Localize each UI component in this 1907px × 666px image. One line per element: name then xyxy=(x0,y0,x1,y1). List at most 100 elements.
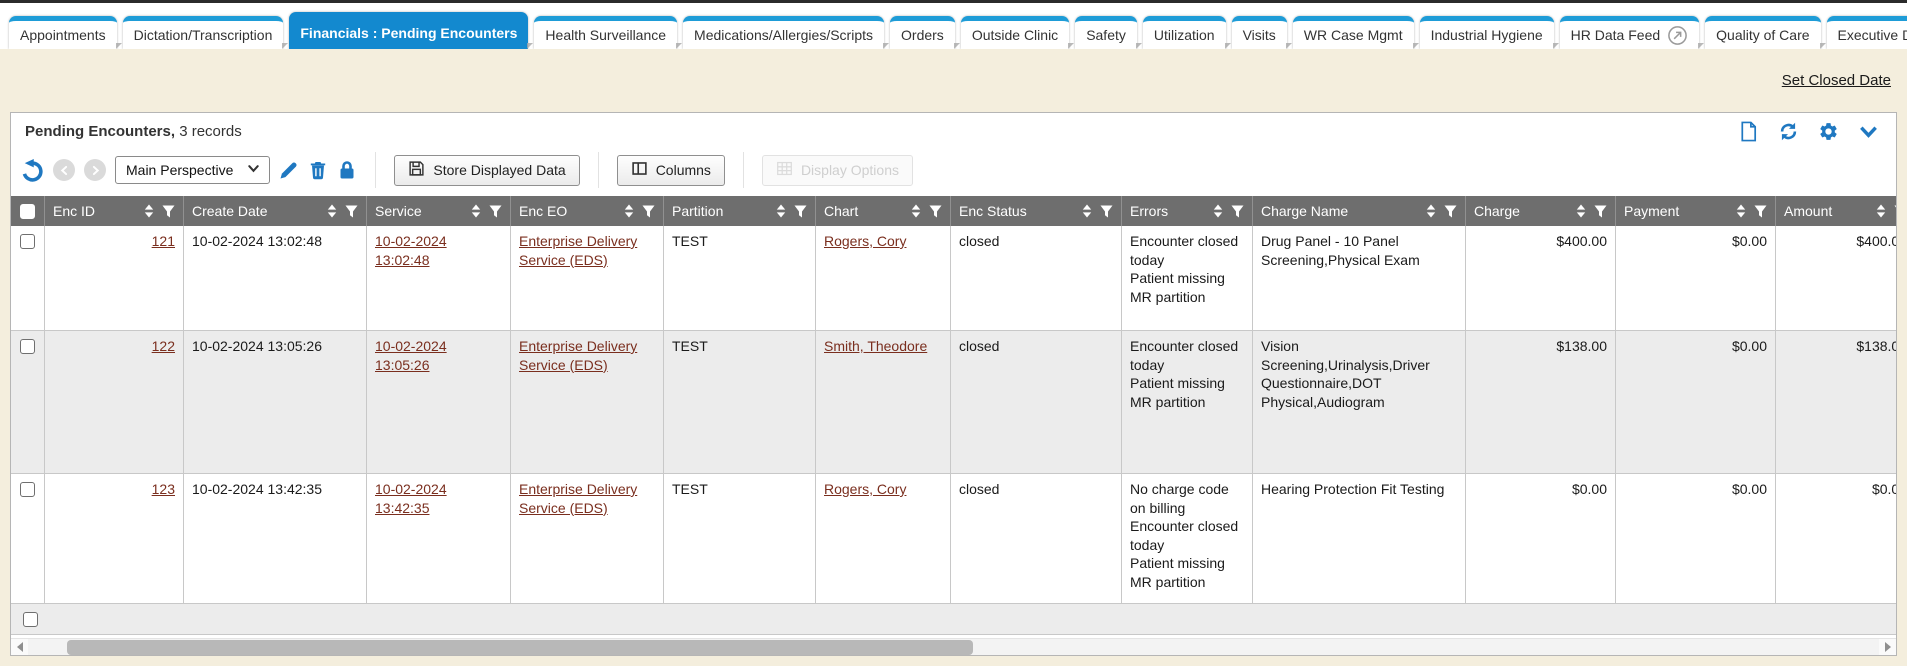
enc-eo-link[interactable]: Enterprise Delivery Service (EDS) xyxy=(519,481,637,516)
tab-orders[interactable]: Orders xyxy=(890,16,955,49)
select-all-checkbox[interactable] xyxy=(20,204,35,219)
columns-button[interactable]: Columns xyxy=(617,155,725,186)
filter-button[interactable] xyxy=(794,205,807,218)
save-icon-wrap xyxy=(408,160,425,180)
filter-icon xyxy=(489,205,502,218)
set-closed-date-link[interactable]: Set Closed Date xyxy=(1782,72,1891,89)
enc-id-link[interactable]: 122 xyxy=(152,338,175,354)
tab-medications-allergies-scripts[interactable]: Medications/Allergies/Scripts xyxy=(683,16,884,49)
chart-link[interactable]: Rogers, Cory xyxy=(824,233,906,249)
lock-perspective-button[interactable] xyxy=(337,160,357,180)
edit-perspective-button[interactable] xyxy=(279,160,299,180)
column-label: Service xyxy=(375,203,463,219)
enc-id-link[interactable]: 123 xyxy=(152,481,175,497)
filter-button[interactable] xyxy=(1444,205,1457,218)
store-displayed-data-button[interactable]: Store Displayed Data xyxy=(394,155,579,186)
tab-appointments[interactable]: Appointments xyxy=(9,16,117,49)
column-header-errors[interactable]: Errors xyxy=(1122,196,1253,226)
tab-wr-case-mgmt[interactable]: WR Case Mgmt xyxy=(1293,16,1414,49)
scroll-right-button[interactable] xyxy=(1879,639,1896,656)
tab-financials-pending-encounters[interactable]: Financials : Pending Encounters xyxy=(289,12,528,49)
horizontal-scrollbar[interactable] xyxy=(11,638,1896,655)
chart-link[interactable]: Rogers, Cory xyxy=(824,481,906,497)
external-link-icon-wrap[interactable] xyxy=(1667,25,1688,46)
sort-button[interactable] xyxy=(326,204,338,218)
enc-eo-link[interactable]: Enterprise Delivery Service (EDS) xyxy=(519,233,637,268)
filter-button[interactable] xyxy=(1894,205,1897,218)
filter-button[interactable] xyxy=(1754,205,1767,218)
enc-id-link[interactable]: 121 xyxy=(152,233,175,249)
sort-button[interactable] xyxy=(775,204,787,218)
sort-button[interactable] xyxy=(1575,204,1587,218)
sort-button[interactable] xyxy=(1425,204,1437,218)
row-checkbox[interactable] xyxy=(20,339,35,354)
column-header-amount[interactable]: Amount xyxy=(1776,196,1897,226)
column-header-service[interactable]: Service xyxy=(367,196,511,226)
settings-button[interactable] xyxy=(1818,121,1839,142)
tab-health-surveillance[interactable]: Health Surveillance xyxy=(534,16,677,49)
tab-outside-clinic[interactable]: Outside Clinic xyxy=(961,16,1069,49)
row-checkbox[interactable] xyxy=(20,482,35,497)
tab-label: Visits xyxy=(1243,27,1276,43)
sort-button[interactable] xyxy=(623,204,635,218)
column-header-partition[interactable]: Partition xyxy=(664,196,816,226)
button-label: Display Options xyxy=(801,162,899,178)
enc-eo-link[interactable]: Enterprise Delivery Service (EDS) xyxy=(519,338,637,373)
service-link[interactable]: 10-02-2024 13:02:48 xyxy=(375,233,447,268)
sort-button[interactable] xyxy=(143,204,155,218)
tab-label: Dictation/Transcription xyxy=(134,27,273,43)
cell-payment: $0.00 xyxy=(1616,226,1776,330)
cell-charge-name: Drug Panel - 10 Panel Screening,Physical… xyxy=(1253,226,1466,330)
filter-button[interactable] xyxy=(345,205,358,218)
column-header-chart[interactable]: Chart xyxy=(816,196,951,226)
scrollbar-thumb[interactable] xyxy=(67,640,973,655)
scrollbar-track[interactable] xyxy=(28,639,1879,656)
sort-button[interactable] xyxy=(1081,204,1093,218)
tab-dictation-transcription[interactable]: Dictation/Transcription xyxy=(123,16,284,49)
sort-button[interactable] xyxy=(1735,204,1747,218)
delete-perspective-button[interactable] xyxy=(308,160,328,180)
filter-icon xyxy=(1100,205,1113,218)
perspective-select[interactable]: Main Perspective xyxy=(115,156,270,184)
column-header-charge[interactable]: Charge xyxy=(1466,196,1616,226)
cell-partition: TEST xyxy=(664,331,816,473)
scroll-left-button[interactable] xyxy=(11,639,28,656)
undo-button[interactable] xyxy=(21,159,44,182)
service-link[interactable]: 10-02-2024 13:05:26 xyxy=(375,338,447,373)
column-header-create-date[interactable]: Create Date xyxy=(184,196,367,226)
tab-hr-data-feed[interactable]: HR Data Feed xyxy=(1560,16,1699,49)
filter-button[interactable] xyxy=(162,205,175,218)
cell-errors: Encounter closed todayPatient missing MR… xyxy=(1122,226,1253,330)
service-link[interactable]: 10-02-2024 13:42:35 xyxy=(375,481,447,516)
filter-button[interactable] xyxy=(1594,205,1607,218)
cell-select xyxy=(11,331,45,473)
tab-utilization[interactable]: Utilization xyxy=(1143,16,1226,49)
sort-button[interactable] xyxy=(470,204,482,218)
chevron-down-icon xyxy=(1858,121,1879,142)
filter-button[interactable] xyxy=(1231,205,1244,218)
filter-button[interactable] xyxy=(929,205,942,218)
sort-button[interactable] xyxy=(1875,204,1887,218)
filter-button[interactable] xyxy=(489,205,502,218)
sort-button[interactable] xyxy=(910,204,922,218)
column-header-charge-name[interactable]: Charge Name xyxy=(1253,196,1466,226)
refresh-button[interactable] xyxy=(1778,121,1799,142)
column-header-enc-status[interactable]: Enc Status xyxy=(951,196,1122,226)
column-header-payment[interactable]: Payment xyxy=(1616,196,1776,226)
collapse-button[interactable] xyxy=(1858,121,1879,142)
tab-executive-d[interactable]: Executive D xyxy=(1827,16,1907,49)
row-checkbox[interactable] xyxy=(20,234,35,249)
tab-quality-of-care[interactable]: Quality of Care xyxy=(1705,16,1820,49)
tab-safety[interactable]: Safety xyxy=(1075,16,1137,49)
document-button[interactable] xyxy=(1738,121,1759,142)
row-checkbox[interactable] xyxy=(23,612,38,627)
column-header-enc-eo[interactable]: Enc EO xyxy=(511,196,664,226)
tab-visits[interactable]: Visits xyxy=(1232,16,1287,49)
chart-link[interactable]: Smith, Theodore xyxy=(824,338,927,354)
tab-industrial-hygiene[interactable]: Industrial Hygiene xyxy=(1420,16,1554,49)
sort-button[interactable] xyxy=(1212,204,1224,218)
filter-button[interactable] xyxy=(642,205,655,218)
filter-button[interactable] xyxy=(1100,205,1113,218)
column-label: Payment xyxy=(1624,203,1728,219)
column-header-enc-id[interactable]: Enc ID xyxy=(45,196,184,226)
